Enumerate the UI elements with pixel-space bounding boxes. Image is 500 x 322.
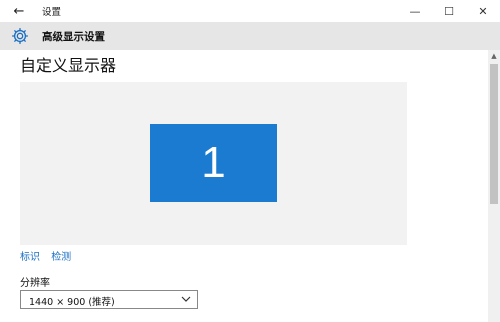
monitor-number: 1 (201, 138, 226, 187)
settings-window: ← 设置 — ☐ ✕ 高级显示设置 自定义显示器 1 标识 检测 分辨率 144… (0, 0, 500, 322)
title-bar: ← 设置 — ☐ ✕ (0, 0, 500, 22)
header-title: 高级显示设置 (42, 31, 105, 43)
identify-link[interactable]: 标识 (20, 252, 40, 263)
resolution-value: 1440 × 900 (推荐) (29, 297, 115, 308)
close-icon: ✕ (478, 4, 488, 18)
maximize-button[interactable]: ☐ (432, 0, 466, 22)
vertical-scrollbar[interactable]: ▲ (488, 50, 500, 322)
detect-link[interactable]: 检测 (51, 252, 71, 263)
back-arrow-icon: ← (13, 3, 25, 19)
gear-icon (12, 28, 28, 44)
resolution-label: 分辨率 (20, 278, 50, 289)
maximize-icon: ☐ (444, 4, 454, 18)
minimize-button[interactable]: — (398, 0, 432, 22)
close-button[interactable]: ✕ (466, 0, 500, 22)
chevron-down-icon (181, 296, 191, 302)
back-button[interactable]: ← (8, 2, 30, 20)
display-arrangement-area: 1 (20, 82, 407, 245)
main-content: 自定义显示器 1 标识 检测 分辨率 1440 × 900 (推荐) (0, 50, 488, 322)
resolution-dropdown[interactable]: 1440 × 900 (推荐) (20, 290, 198, 309)
page-header: 高级显示设置 (0, 22, 500, 50)
scroll-thumb[interactable] (490, 64, 498, 204)
monitor-1-tile[interactable]: 1 (150, 124, 277, 202)
display-links: 标识 检测 (20, 248, 79, 263)
scroll-up-arrow-icon[interactable]: ▲ (488, 50, 500, 62)
window-title: 设置 (42, 7, 62, 18)
page-title: 自定义显示器 (20, 56, 117, 75)
minimize-icon: — (409, 4, 421, 18)
